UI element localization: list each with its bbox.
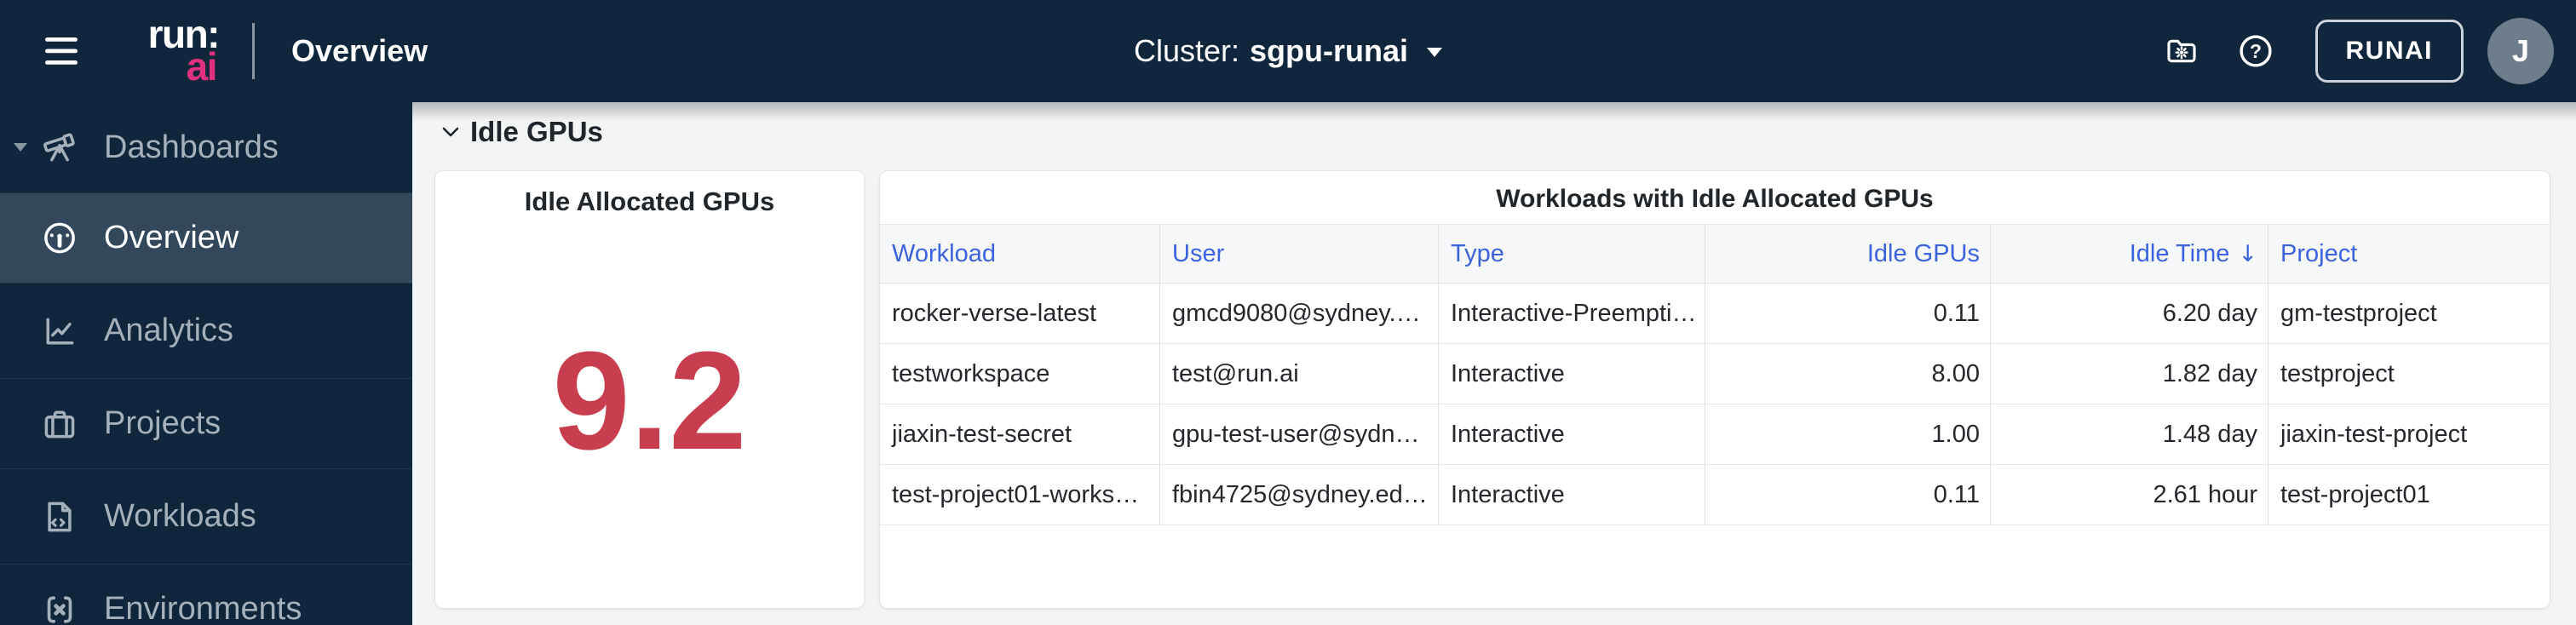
column-label: Project [2280,239,2358,267]
cell-type: Interactive [1439,465,1705,525]
briefcase-icon [44,410,75,438]
cell-type: Interactive [1439,404,1705,464]
top-navbar: run: ai Overview Cluster: sgpu-runai ? R… [0,0,2576,102]
idle-allocated-gpus-card: Idle Allocated GPUs 9.2 [434,170,865,609]
settings-folder-button[interactable] [2164,34,2199,68]
workloads-table-card: Workloads with Idle Allocated GPUs Workl… [879,170,2550,609]
sidebar-item-label: Projects [104,405,221,441]
table-header-row: Workload User Type Idle GPUs Idle Time ↓ [880,224,2550,284]
help-circle-icon: ? [2239,35,2272,67]
column-label: User [1172,239,1225,267]
cell-workload: rocker-verse-latest [880,284,1160,343]
cluster-selector[interactable]: Cluster: sgpu-runai [1129,32,1447,70]
folder-gear-icon [2166,39,2196,63]
main-content: Idle GPUs Idle Allocated GPUs 9.2 Worklo… [412,102,2576,625]
metric-value: 9.2 [552,323,747,479]
column-header-project[interactable]: Project [2268,225,2550,283]
table-row: testworkspace test@run.ai Interactive 8.… [880,344,2550,404]
cell-idle-gpus: 0.11 [1705,284,1991,343]
telescope-icon [43,133,75,162]
cell-user: fbin4725@sydney.ed… [1160,465,1439,525]
column-header-workload[interactable]: Workload [880,225,1160,283]
cell-workload: testworkspace [880,344,1160,404]
column-header-user[interactable]: User [1160,225,1439,283]
cell-user: test@run.ai [1160,344,1439,404]
page-title: Overview [291,33,428,68]
hamburger-icon [45,37,78,65]
sidebar-item-workloads[interactable]: Workloads [0,468,412,564]
app-root: run: ai Overview Cluster: sgpu-runai ? R… [0,0,2576,625]
column-label: Workload [892,239,996,267]
cell-project: jiaxin-test-project [2280,420,2468,448]
navbar-divider [252,23,255,79]
sidebar-item-label: Environments [104,591,302,625]
sidebar-item-environments[interactable]: Environments [0,564,412,625]
metric-title: Idle Allocated GPUs [524,186,775,216]
runai-logo: run: ai [139,14,221,89]
collapse-chevron-icon [442,127,459,136]
section-title: Idle GPUs [470,116,603,147]
table-title: Workloads with Idle Allocated GPUs [1496,185,1934,213]
column-header-type[interactable]: Type [1439,225,1705,283]
cell-idle-time: 1.82 day [1991,344,2268,404]
gauge-icon [44,222,75,253]
caret-down-icon [1427,48,1443,57]
cell-idle-gpus: 0.11 [1705,465,1991,525]
column-label: Idle Time [2129,239,2230,267]
sidebar: Dashboards Overview Analytics Projects W… [0,102,412,625]
cell-type: Interactive-Preempti… [1439,284,1705,343]
cell-project: testproject [2280,359,2395,387]
cluster-name: sgpu-runai [1250,33,1409,68]
sidebar-item-projects[interactable]: Projects [0,378,412,468]
sidebar-item-label: Dashboards [104,129,279,165]
line-chart-icon [46,318,74,344]
workloads-table: Workload User Type Idle GPUs Idle Time ↓ [880,224,2550,525]
cell-user: gmcd9080@sydney.… [1160,284,1439,343]
section-header-idle-gpus[interactable]: Idle GPUs [441,116,603,148]
code-brackets-icon [47,595,72,623]
sort-descending-icon: ↓ [2238,240,2257,267]
cell-project: gm-testproject [2280,299,2437,327]
logo-text-ai: ai [186,44,218,89]
avatar-initial: J [2511,33,2530,68]
cell-workload: test-project01-works… [880,465,1160,525]
cell-idle-gpus: 1.00 [1705,404,1991,464]
cell-idle-time: 2.61 hour [1991,465,2268,525]
cell-user: gpu-test-user@sydn… [1160,404,1439,464]
code-file-icon [48,502,72,531]
cell-workload: jiaxin-test-secret [880,404,1160,464]
navbar-actions: ? RUNAI J [2164,18,2576,84]
expand-arrow-icon [14,143,27,152]
table-row: test-project01-works… fbin4725@sydney.ed… [880,465,2550,525]
cell-type: Interactive [1439,344,1705,404]
cell-idle-gpus: 8.00 [1705,344,1991,404]
tenant-button[interactable]: RUNAI [2314,20,2464,83]
cell-idle-time: 6.20 day [1991,284,2268,343]
hamburger-menu-button[interactable] [45,37,78,66]
cluster-label: Cluster: [1133,33,1240,68]
table-row: rocker-verse-latest gmcd9080@sydney.… In… [880,284,2550,344]
cell-project: test-project01 [2280,480,2430,508]
column-label: Idle GPUs [1866,239,1980,267]
sidebar-item-dashboards[interactable]: Dashboards [0,102,412,192]
column-header-idle-time[interactable]: Idle Time ↓ [1991,225,2268,283]
cell-idle-time: 1.48 day [1991,404,2268,464]
column-header-idle-gpus[interactable]: Idle GPUs [1705,225,1991,283]
help-button[interactable]: ? [2237,32,2274,70]
sidebar-item-label: Workloads [104,498,256,534]
sidebar-item-label: Analytics [104,312,234,348]
column-label: Type [1451,239,1504,267]
sidebar-item-label: Overview [104,220,239,255]
svg-text:?: ? [2250,40,2262,62]
user-avatar[interactable]: J [2487,18,2554,84]
sidebar-item-analytics[interactable]: Analytics [0,283,412,378]
table-row: jiaxin-test-secret gpu-test-user@sydn… I… [880,404,2550,465]
sidebar-item-overview[interactable]: Overview [0,192,412,283]
